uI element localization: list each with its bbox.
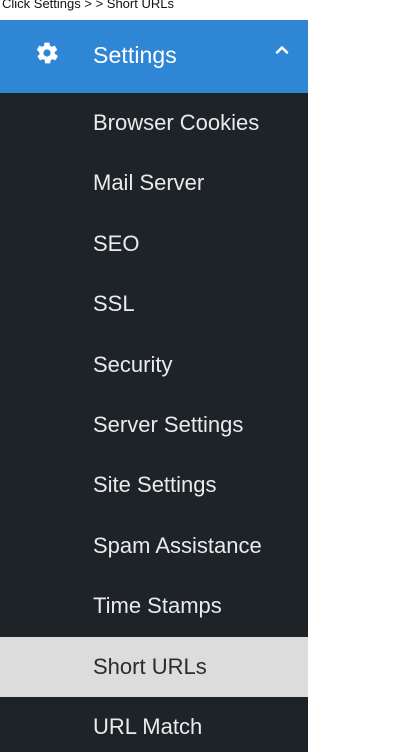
instruction-caption: Click Settings > > Short URLs: [2, 0, 174, 11]
menu-item-url-match[interactable]: URL Match: [0, 697, 308, 752]
menu-item-time-stamps[interactable]: Time Stamps: [0, 576, 308, 636]
menu-item-mail-server[interactable]: Mail Server: [0, 153, 308, 213]
settings-menu-header[interactable]: Settings: [0, 20, 308, 93]
menu-item-browser-cookies[interactable]: Browser Cookies: [0, 93, 308, 153]
menu-item-label: Mail Server: [93, 170, 205, 196]
menu-item-label: Time Stamps: [93, 593, 222, 619]
menu-item-label: URL Match: [93, 713, 203, 739]
menu-item-label: Spam Assistance: [93, 532, 262, 558]
menu-item-label: Site Settings: [93, 472, 217, 498]
menu-item-label: SEO: [93, 230, 140, 256]
settings-menu-title: Settings: [93, 42, 177, 68]
chevron-up-icon[interactable]: [273, 41, 291, 59]
menu-item-site-settings[interactable]: Site Settings: [0, 455, 308, 515]
menu-item-label: Server Settings: [93, 411, 244, 437]
menu-item-label: Security: [93, 351, 173, 377]
menu-item-label: Short URLs: [93, 653, 207, 679]
menu-item-spam-assistance[interactable]: Spam Assistance: [0, 516, 308, 576]
menu-item-ssl[interactable]: SSL: [0, 274, 308, 334]
menu-item-label: SSL: [93, 291, 135, 317]
menu-item-server-settings[interactable]: Server Settings: [0, 395, 308, 455]
menu-item-security[interactable]: Security: [0, 335, 308, 395]
menu-item-short-urls[interactable]: Short URLs: [0, 636, 308, 697]
settings-menu: Settings Browser Cookies Mail Server SEO…: [0, 20, 308, 752]
menu-item-seo[interactable]: SEO: [0, 214, 308, 274]
menu-item-label: Browser Cookies: [93, 110, 260, 135]
gear-icon: [36, 42, 58, 64]
settings-submenu: Browser Cookies Mail Server SEO SSL Secu…: [0, 93, 308, 752]
